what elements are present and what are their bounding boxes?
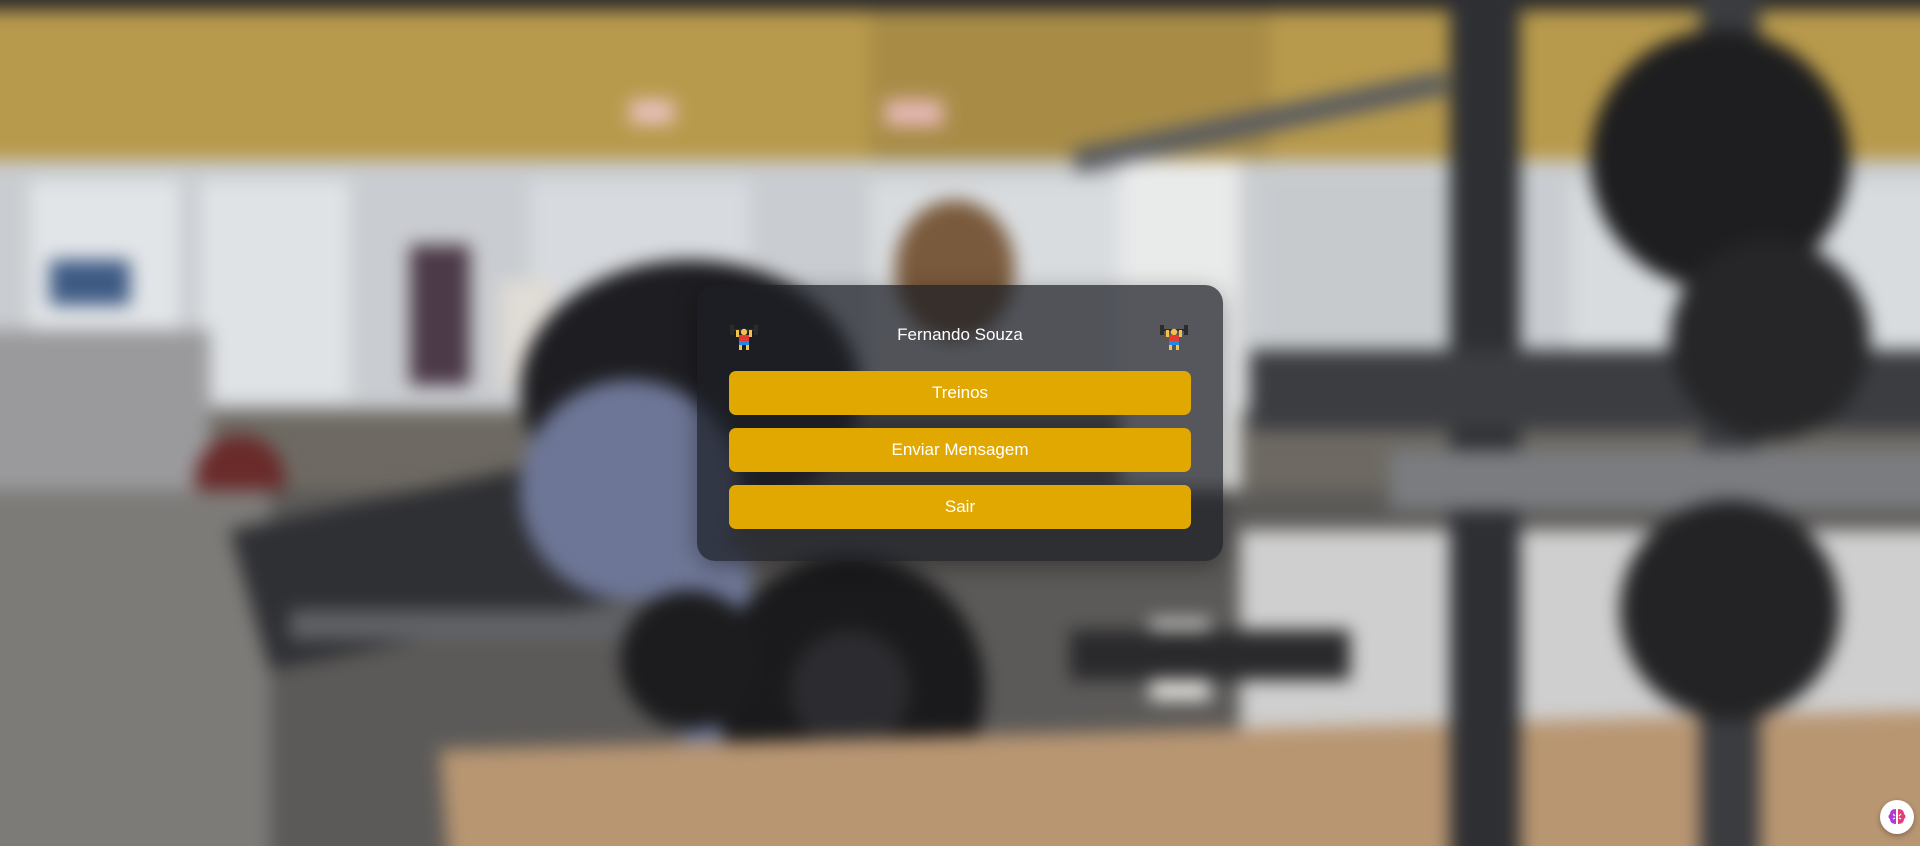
treinos-button[interactable]: Treinos bbox=[729, 371, 1191, 415]
brain-icon bbox=[1888, 809, 1906, 824]
user-menu-panel: Fernando Souza Treinos Enviar Mensagem S… bbox=[697, 285, 1223, 561]
logout-button[interactable]: Sair bbox=[729, 485, 1191, 529]
panel-header: Fernando Souza bbox=[697, 315, 1223, 355]
send-message-button[interactable]: Enviar Mensagem bbox=[729, 428, 1191, 472]
main-menu: Treinos Enviar Mensagem Sair bbox=[729, 371, 1191, 542]
weightlifter-icon bbox=[1160, 325, 1188, 350]
user-name: Fernando Souza bbox=[897, 325, 1023, 344]
floating-assistant-button[interactable] bbox=[1880, 800, 1914, 834]
